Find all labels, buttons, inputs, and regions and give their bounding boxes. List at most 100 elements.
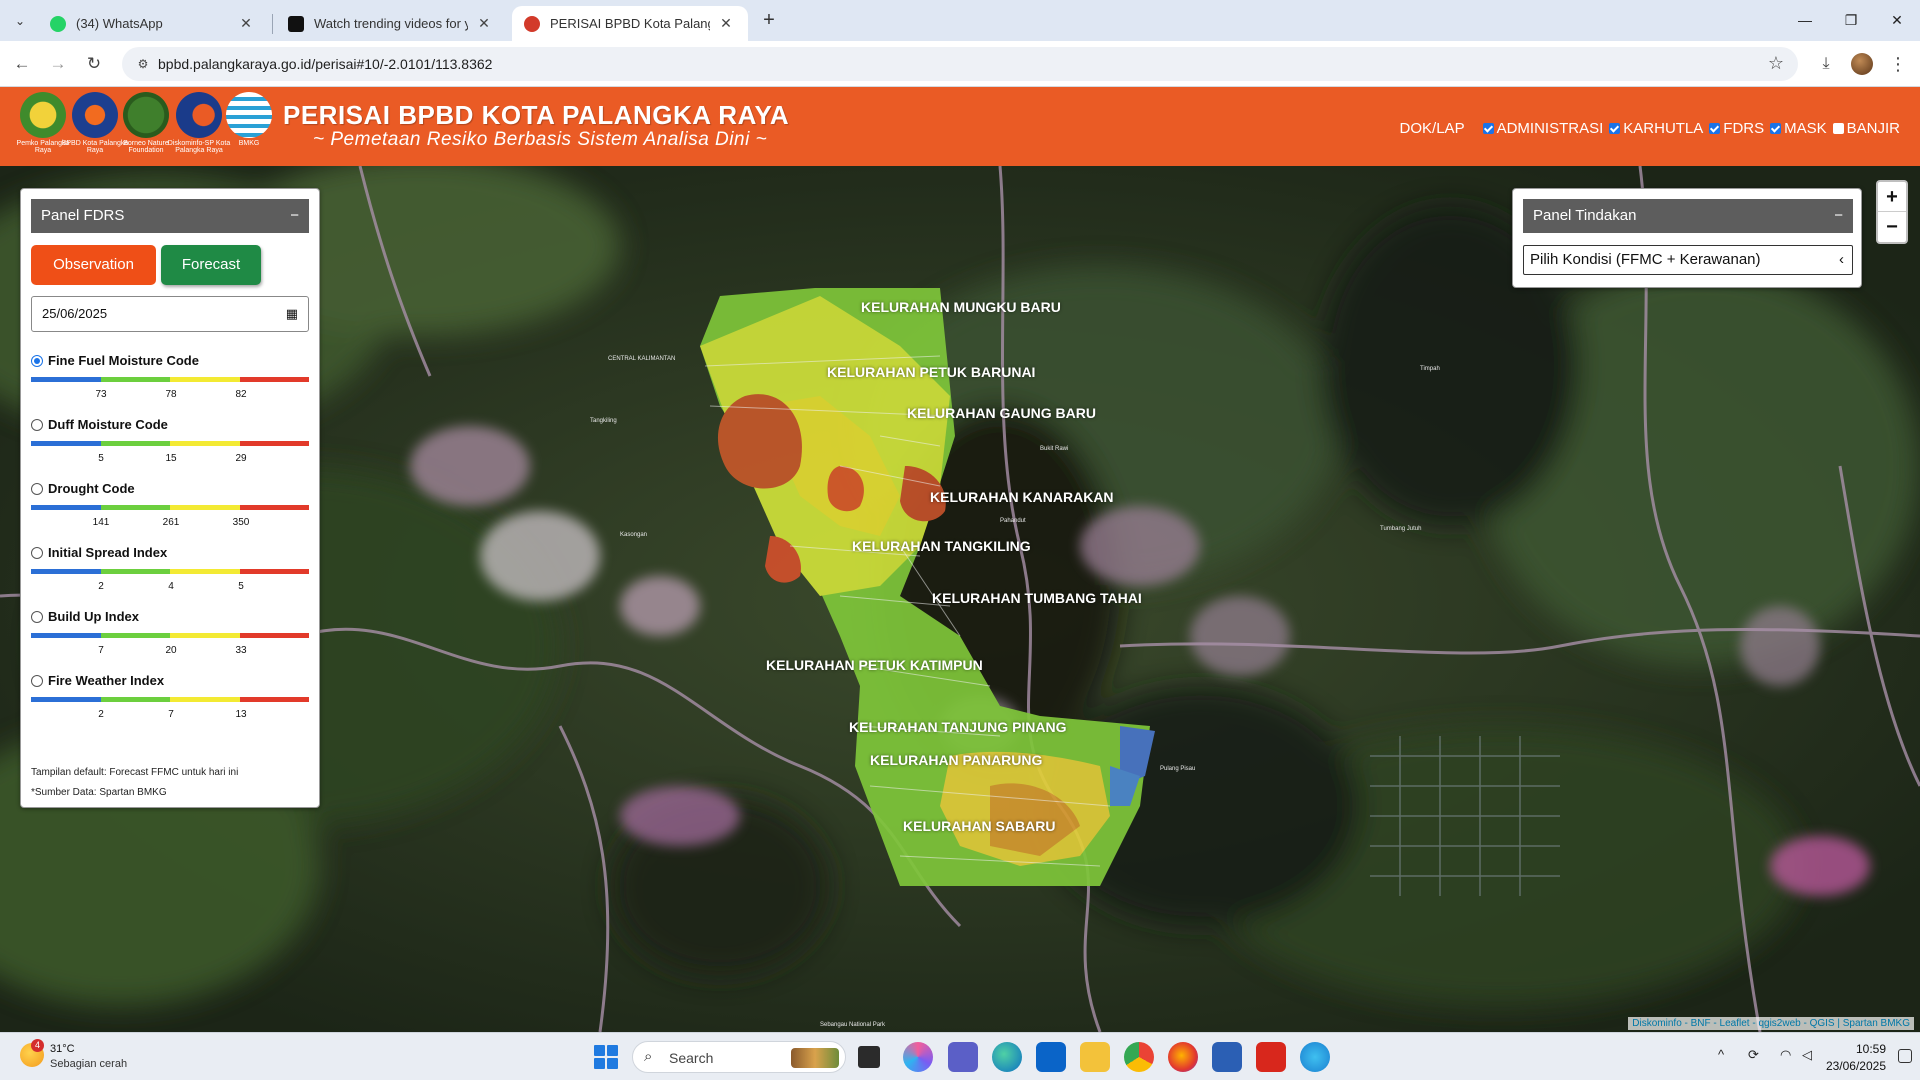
- clock-time[interactable]: 10:59: [1856, 1042, 1886, 1056]
- browser-tab-bar: ⌄ (34) WhatsApp ✕ Watch trending videos …: [0, 0, 1920, 41]
- app-icon[interactable]: [1300, 1042, 1330, 1072]
- site-info-icon[interactable]: ⚙: [134, 55, 152, 73]
- forecast-button[interactable]: Forecast: [161, 245, 261, 285]
- radio-empty-icon[interactable]: [31, 483, 43, 495]
- tab-whatsapp[interactable]: (34) WhatsApp ✕: [38, 6, 268, 41]
- clock-date[interactable]: 23/06/2025: [1826, 1059, 1886, 1073]
- notification-icon[interactable]: [1898, 1049, 1912, 1063]
- new-tab-button[interactable]: +: [757, 8, 781, 32]
- task-view-icon[interactable]: [858, 1046, 880, 1068]
- index-name[interactable]: Duff Moisture Code: [48, 417, 168, 432]
- layer-mask[interactable]: MASK: [1770, 120, 1827, 137]
- kelurahan-label: KELURAHAN TUMBANG TAHAI: [932, 590, 1142, 606]
- calendar-icon[interactable]: ▦: [286, 297, 298, 331]
- word-icon[interactable]: [1212, 1042, 1242, 1072]
- checkbox-checked-icon[interactable]: [1609, 123, 1621, 134]
- copilot-icon[interactable]: [903, 1042, 933, 1072]
- map-town-label: Tumbang Jutuh: [1380, 526, 1422, 532]
- kelurahan-label: KELURAHAN TANJUNG PINANG: [849, 719, 1067, 735]
- weather-description[interactable]: Sebagian cerah: [50, 1058, 127, 1070]
- outlook-icon[interactable]: [1036, 1042, 1066, 1072]
- kelurahan-label: KELURAHAN SABARU: [903, 818, 1056, 834]
- download-icon[interactable]: ⤓: [1812, 50, 1840, 78]
- back-icon[interactable]: ←: [8, 50, 36, 78]
- volume-icon[interactable]: ◁: [1802, 1047, 1812, 1063]
- checkbox-checked-icon[interactable]: [1770, 123, 1782, 134]
- layer-karhutla[interactable]: KARHUTLA: [1609, 120, 1703, 137]
- browser-menu-icon[interactable]: ⋮: [1886, 50, 1910, 78]
- acrobat-icon[interactable]: [1256, 1042, 1286, 1072]
- zoom-out-button[interactable]: −: [1878, 212, 1906, 242]
- minimize-window-icon[interactable]: —: [1782, 6, 1828, 34]
- close-tab-icon[interactable]: ✕: [474, 15, 494, 32]
- sync-icon[interactable]: ⟳: [1748, 1047, 1759, 1063]
- taskbar-search[interactable]: ⌕ Search: [632, 1041, 846, 1073]
- index-name[interactable]: Fire Weather Index: [48, 673, 164, 688]
- date-input[interactable]: 25/06/2025 ▦: [31, 296, 309, 332]
- wifi-icon[interactable]: ◠: [1780, 1047, 1791, 1063]
- profile-avatar[interactable]: [1851, 53, 1873, 75]
- layer-banjir[interactable]: BANJIR: [1832, 120, 1900, 137]
- minimize-panel-icon[interactable]: −: [290, 199, 299, 233]
- pemko-logo-icon: [20, 92, 66, 138]
- site-title: PERISAI BPBD KOTA PALANGKA RAYA: [283, 100, 790, 130]
- map-view[interactable]: CENTRAL KALIMANTAN Tangkiling Kasongan B…: [0, 166, 1920, 1032]
- close-tab-icon[interactable]: ✕: [236, 15, 256, 32]
- index-name[interactable]: Fine Fuel Moisture Code: [48, 353, 199, 368]
- minimize-panel-icon[interactable]: −: [1834, 199, 1843, 233]
- logo-caption: BMKG: [238, 140, 260, 147]
- tiktok-icon: [288, 15, 304, 32]
- index-tick-label: 5: [98, 453, 104, 464]
- dok-lap-link[interactable]: DOK/LAP: [1400, 120, 1465, 137]
- index-name[interactable]: Initial Spread Index: [48, 545, 167, 560]
- index-name[interactable]: Drought Code: [48, 481, 135, 496]
- bmkg-logo-icon: [226, 92, 272, 138]
- checkbox-checked-icon[interactable]: [1709, 123, 1721, 134]
- teams-icon[interactable]: [948, 1042, 978, 1072]
- edge-icon[interactable]: [992, 1042, 1022, 1072]
- search-icon: ⌕: [644, 1048, 653, 1065]
- tab-search-icon[interactable]: ⌄: [8, 9, 32, 33]
- condition-select[interactable]: Pilih Kondisi (FFMC + Kerawanan) ‹: [1523, 245, 1853, 275]
- chrome-icon[interactable]: [1124, 1042, 1154, 1072]
- kelurahan-label: KELURAHAN TANGKILING: [852, 538, 1031, 554]
- kelurahan-label: KELURAHAN MUNGKU BARU: [861, 299, 1061, 315]
- tab-perisai[interactable]: PERISAI BPBD Kota Palangka Raya ✕: [512, 6, 748, 41]
- layer-administrasi[interactable]: ADMINISTRASI: [1482, 120, 1603, 137]
- index-tick-label: 20: [165, 645, 177, 656]
- forward-icon[interactable]: →: [44, 50, 72, 78]
- whatsapp-icon: [50, 15, 66, 32]
- map-attribution[interactable]: Diskominfo - BNF - Leaflet - qgis2web - …: [1628, 1017, 1914, 1030]
- layer-fdrs[interactable]: FDRS: [1709, 120, 1764, 137]
- radio-empty-icon[interactable]: [31, 675, 43, 687]
- reload-icon[interactable]: ↻: [80, 50, 108, 78]
- file-explorer-icon[interactable]: [1080, 1042, 1110, 1072]
- map-town-label: Kasongan: [620, 532, 648, 538]
- close-tab-icon[interactable]: ✕: [716, 15, 736, 32]
- url-text[interactable]: bpbd.palangkaraya.go.id/perisai#10/-2.01…: [158, 56, 492, 72]
- action-panel: Panel Tindakan − Pilih Kondisi (FFMC + K…: [1512, 188, 1862, 288]
- observation-button[interactable]: Observation: [31, 245, 156, 285]
- checkbox-checked-icon[interactable]: [1482, 123, 1494, 134]
- restore-window-icon[interactable]: ❐: [1828, 6, 1874, 34]
- radio-selected-icon[interactable]: [31, 355, 43, 367]
- radio-empty-icon[interactable]: [31, 547, 43, 559]
- zoom-control: + −: [1876, 180, 1908, 244]
- index-name[interactable]: Build Up Index: [48, 609, 139, 624]
- tray-overflow-icon[interactable]: ^: [1718, 1047, 1724, 1062]
- start-button[interactable]: [594, 1045, 618, 1069]
- radio-empty-icon[interactable]: [31, 419, 43, 431]
- checkbox-empty-icon[interactable]: [1832, 123, 1844, 134]
- weather-temperature[interactable]: 31°C: [50, 1043, 75, 1055]
- fdrs-panel: Panel FDRS − Observation Forecast 25/06/…: [20, 188, 320, 808]
- address-bar[interactable]: ⚙ bpbd.palangkaraya.go.id/perisai#10/-2.…: [122, 47, 1798, 81]
- tab-tiktok[interactable]: Watch trending videos for you | TikTok ✕: [276, 6, 506, 41]
- close-window-icon[interactable]: ✕: [1874, 6, 1920, 34]
- kelurahan-label: KELURAHAN PETUK BARUNAI: [827, 364, 1036, 380]
- index-color-scale: [31, 569, 309, 574]
- tab-separator: [272, 14, 273, 34]
- radio-empty-icon[interactable]: [31, 611, 43, 623]
- zoom-in-button[interactable]: +: [1878, 182, 1906, 212]
- bookmark-star-icon[interactable]: ☆: [1768, 53, 1784, 74]
- firefox-icon[interactable]: [1168, 1042, 1198, 1072]
